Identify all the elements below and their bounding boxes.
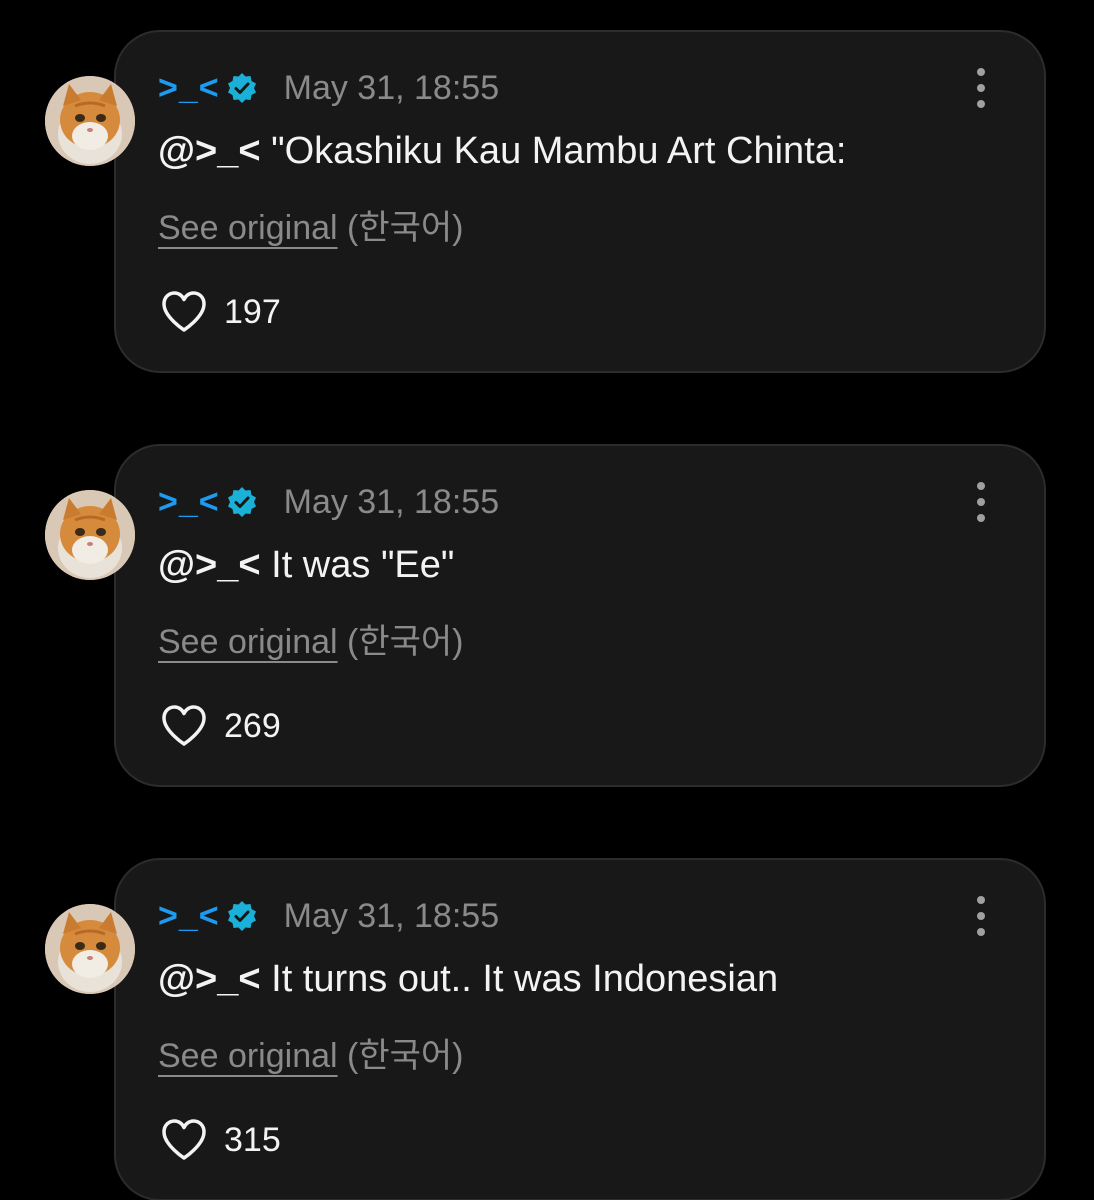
cat-avatar-icon [45,76,135,166]
heart-outline-icon[interactable] [158,286,210,338]
verified-badge-icon [227,901,256,931]
mention-link[interactable]: @>_< [158,130,261,172]
comment-timestamp: May 31, 18:55 [283,896,500,935]
comment-timestamp: May 31, 18:55 [283,482,500,521]
mention-link[interactable]: @>_< [158,958,261,1000]
see-original-link[interactable]: See original [158,209,338,247]
translation-note: See original (한국어) [158,614,464,663]
username-link[interactable]: >_< [158,69,220,108]
verified-badge-icon [227,73,256,103]
verified-badge-icon [227,487,256,517]
comment-body: "Okashiku Kau Mambu Art Chinta: [260,130,847,172]
comment-body: It turns out.. It was Indonesian [260,958,779,1000]
like-count: 197 [224,292,281,331]
comment-item: >_< May 31, 18:55 @>_< It was "Ee" See o… [0,444,1094,789]
more-options-icon[interactable] [966,896,996,936]
original-language-label: (한국어) [337,623,464,661]
translation-note: See original (한국어) [158,1028,464,1077]
see-original-link[interactable]: See original [158,1037,338,1075]
original-language-label: (한국어) [337,209,464,247]
username-link[interactable]: >_< [158,483,220,522]
comment-item: >_< May 31, 18:55 @>_< It turns out.. It… [0,858,1094,1200]
comment-timestamp: May 31, 18:55 [283,68,500,107]
avatar[interactable] [45,904,135,994]
comment-header: >_< May 31, 18:55 [158,480,499,524]
like-count: 269 [224,706,281,745]
like-area: 269 [158,700,281,752]
see-original-link[interactable]: See original [158,623,338,661]
cat-avatar-icon [45,904,135,994]
translation-note: See original (한국어) [158,200,464,249]
original-language-label: (한국어) [337,1037,464,1075]
comment-text: @>_< "Okashiku Kau Mambu Art Chinta: [158,130,846,173]
cat-avatar-icon [45,490,135,580]
like-count: 315 [224,1120,281,1159]
mention-link[interactable]: @>_< [158,544,261,586]
avatar[interactable] [45,76,135,166]
more-options-icon[interactable] [966,482,996,522]
comment-body: It was "Ee" [260,544,455,586]
username-link[interactable]: >_< [158,897,220,936]
more-options-icon[interactable] [966,68,996,108]
heart-outline-icon[interactable] [158,1114,210,1166]
comment-text: @>_< It turns out.. It was Indonesian [158,958,778,1001]
like-area: 315 [158,1114,281,1166]
comment-header: >_< May 31, 18:55 [158,66,499,110]
avatar[interactable] [45,490,135,580]
like-area: 197 [158,286,281,338]
comment-feed: >_< May 31, 18:55 @>_< "Okashiku Kau Mam… [0,0,1094,1200]
comment-text: @>_< It was "Ee" [158,544,454,587]
comment-header: >_< May 31, 18:55 [158,894,499,938]
comment-item: >_< May 31, 18:55 @>_< "Okashiku Kau Mam… [0,30,1094,375]
heart-outline-icon[interactable] [158,700,210,752]
